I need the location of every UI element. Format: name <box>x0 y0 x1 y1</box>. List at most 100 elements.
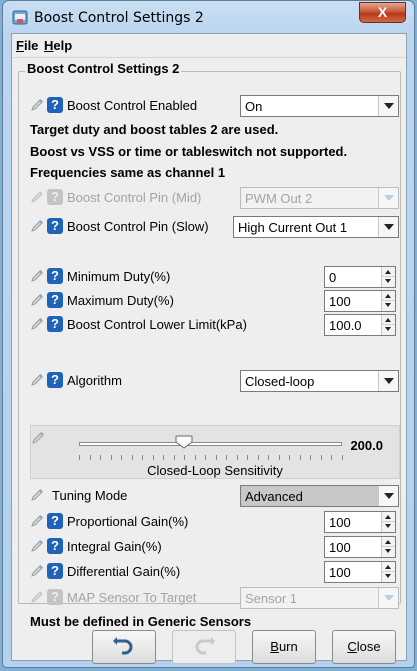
row-max-duty: ? Maximum Duty(%) 100 <box>30 289 400 313</box>
row-lower-limit: ? Boost Control Lower Limit(kPa) 100.0 <box>30 313 400 337</box>
slider-thumb[interactable] <box>175 435 193 449</box>
slider-tick <box>184 455 185 460</box>
slider-tick <box>247 455 248 460</box>
slider-tick <box>331 455 332 460</box>
help-icon[interactable]: ? <box>47 218 63 234</box>
help-icon[interactable]: ? <box>47 268 63 284</box>
slider-tick <box>289 455 290 460</box>
edit-pencil-icon[interactable] <box>30 539 44 553</box>
field-label: Differential Gain(%) <box>67 564 181 579</box>
spin-up-icon[interactable] <box>382 562 395 572</box>
field-label: Boost Control Enabled <box>67 98 198 113</box>
row-pin-mid: ? Boost Control Pin (Mid) PWM Out 2 <box>30 186 400 210</box>
note-generic-sensors: Must be defined in Generic Sensors <box>30 614 252 629</box>
help-icon[interactable]: ? <box>47 372 63 388</box>
help-icon[interactable]: ? <box>47 513 63 529</box>
spin-down-icon[interactable] <box>382 572 395 582</box>
help-icon[interactable]: ? <box>47 97 63 113</box>
tuning-mode-select[interactable]: Advanced <box>240 485 399 507</box>
spin-up-icon[interactable] <box>382 537 395 547</box>
slider-tick <box>163 455 164 460</box>
app-icon <box>12 10 28 25</box>
row-min-duty: ? Minimum Duty(%) 0 <box>30 265 400 289</box>
chevron-down-icon[interactable] <box>378 96 398 116</box>
burn-button[interactable]: Burn <box>252 630 316 664</box>
slider-tick <box>153 455 154 460</box>
spin-down-icon[interactable] <box>382 522 395 532</box>
row-prop-gain: ? Proportional Gain(%) 100 <box>30 510 400 534</box>
help-icon[interactable]: ? <box>47 563 63 579</box>
window-close-button[interactable]: X <box>359 2 406 23</box>
help-icon[interactable]: ? <box>47 292 63 308</box>
edit-pencil-icon <box>31 591 43 603</box>
chevron-down-icon[interactable] <box>378 371 398 391</box>
title-bar: Boost Control Settings 2 X <box>3 1 414 33</box>
help-icon[interactable]: ? <box>47 316 63 332</box>
close-button[interactable]: Close <box>332 630 396 664</box>
spin-down-icon[interactable] <box>382 325 395 335</box>
edit-pencil-icon[interactable] <box>30 373 44 387</box>
panel-title: Boost Control Settings 2 <box>25 61 182 76</box>
edit-pencil-icon[interactable] <box>30 293 44 307</box>
chevron-down-icon[interactable] <box>378 217 398 237</box>
edit-pencil-icon[interactable] <box>30 514 44 528</box>
help-icon[interactable]: ? <box>47 538 63 554</box>
slider-tick <box>310 455 311 460</box>
edit-pencil-icon[interactable] <box>30 564 44 578</box>
undo-button[interactable] <box>92 630 156 664</box>
menu-bar: File Help <box>12 34 406 58</box>
field-label: Boost Control Pin (Mid) <box>67 190 202 205</box>
menu-help[interactable]: Help <box>44 38 72 53</box>
prop-gain-spinner[interactable]: 100 <box>324 511 396 533</box>
edit-pencil-icon[interactable] <box>30 219 44 233</box>
min-duty-spinner[interactable]: 0 <box>324 266 396 288</box>
note-vss: Boost vs VSS or time or tableswitch not … <box>30 144 348 159</box>
slider-tick <box>342 455 343 460</box>
spin-down-icon[interactable] <box>382 277 395 287</box>
slider-tick <box>132 455 133 460</box>
diff-gain-spinner[interactable]: 100 <box>324 561 396 583</box>
slider-track[interactable] <box>79 442 342 446</box>
edit-pencil-icon[interactable] <box>30 98 44 112</box>
field-label: Minimum Duty(%) <box>67 269 171 284</box>
slider-tick <box>258 455 259 460</box>
slider-tick <box>268 455 269 460</box>
slider-tick <box>300 455 301 460</box>
slider-tick <box>121 455 122 460</box>
slider-tick <box>142 455 143 460</box>
field-label: Boost Control Lower Limit(kPa) <box>67 317 247 332</box>
max-duty-spinner[interactable]: 100 <box>324 290 396 312</box>
edit-pencil-icon[interactable] <box>30 269 44 283</box>
chevron-down-icon[interactable] <box>378 486 398 506</box>
note-tables: Target duty and boost tables 2 are used. <box>30 122 279 137</box>
int-gain-spinner[interactable]: 100 <box>324 536 396 558</box>
spin-up-icon[interactable] <box>382 291 395 301</box>
spin-down-icon[interactable] <box>382 301 395 311</box>
edit-pencil-icon[interactable] <box>31 431 45 445</box>
slider-tick <box>111 455 112 460</box>
algorithm-select[interactable]: Closed-loop <box>240 370 399 392</box>
lower-limit-spinner[interactable]: 100.0 <box>324 314 396 336</box>
pin-slow-select[interactable]: High Current Out 1 <box>233 216 399 238</box>
chevron-down-icon <box>378 188 398 208</box>
slider-tick <box>90 455 91 460</box>
redo-icon <box>195 637 215 655</box>
app-window: Boost Control Settings 2 X File Help Boo… <box>2 0 415 668</box>
slider-tick <box>279 455 280 460</box>
slider-tick <box>226 455 227 460</box>
slider-ticks <box>79 455 343 461</box>
spin-down-icon[interactable] <box>382 547 395 557</box>
row-map-sensor: ? MAP Sensor To Target Sensor 1 <box>30 586 400 610</box>
edit-pencil-icon[interactable] <box>30 317 44 331</box>
slider-caption: Closed-Loop Sensitivity <box>147 463 283 478</box>
row-diff-gain: ? Differential Gain(%) 100 <box>30 560 400 584</box>
spin-up-icon[interactable] <box>382 315 395 325</box>
edit-pencil-icon[interactable] <box>30 488 44 502</box>
spin-up-icon[interactable] <box>382 512 395 522</box>
boost-enabled-select[interactable]: On <box>240 95 399 117</box>
menu-file[interactable]: File <box>16 38 38 53</box>
field-label: Proportional Gain(%) <box>67 514 189 529</box>
edit-pencil-icon <box>31 191 43 203</box>
row-int-gain: ? Integral Gain(%) 100 <box>30 535 400 559</box>
spin-up-icon[interactable] <box>382 267 395 277</box>
